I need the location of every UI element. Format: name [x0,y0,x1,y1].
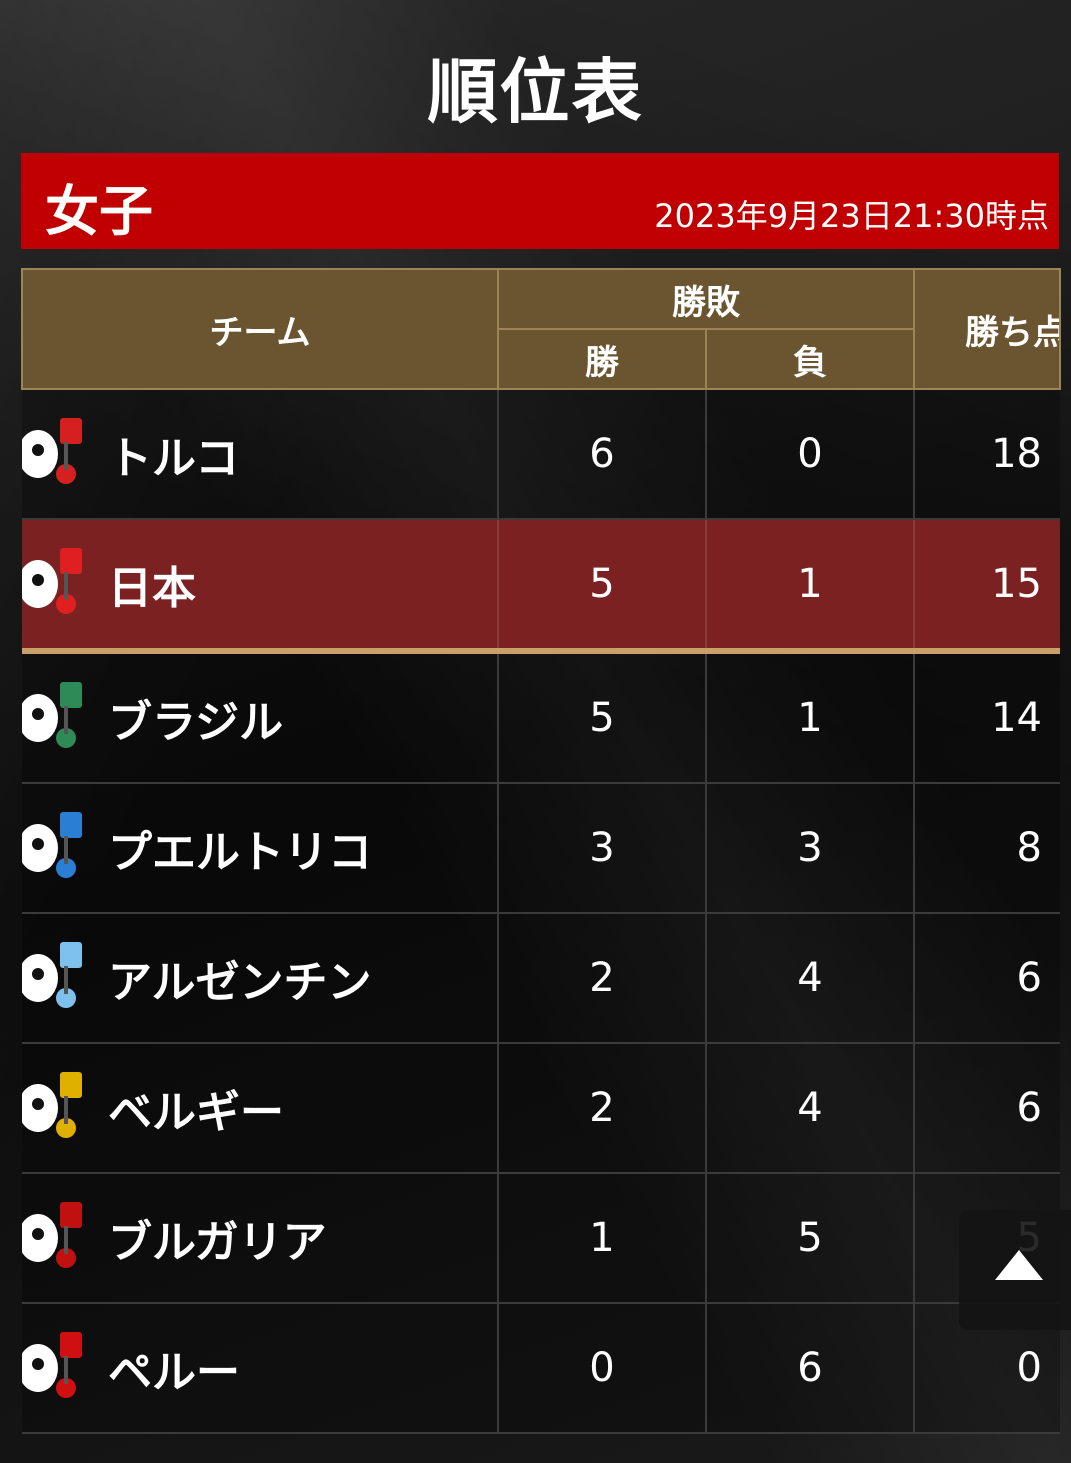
team-name: トルコ [108,433,240,484]
team-cell: ブラジル [22,650,499,784]
page-title: 順位表 [427,51,644,133]
losses-cell: 1 [705,518,915,654]
losses-cell: 6 [705,1302,915,1434]
points-cell: 6 [913,912,1060,1044]
losses-cell: 4 [705,1042,915,1174]
wins-cell: 6 [497,388,707,520]
team-name: アルゼンチン [108,957,372,1008]
team-name: ペルー [108,1347,240,1398]
points-cell: 6 [913,1042,1060,1174]
team-cell: アルゼンチン [22,912,499,1044]
section-label: 女子 [45,180,153,243]
table-row: プエルトリコ 3 3 8 [22,782,1060,914]
team-mascot-icon [22,1332,82,1398]
losses-cell: 1 [705,650,915,784]
wins-cell: 5 [497,518,707,654]
wins-cell: 3 [497,782,707,914]
points-cell: 18 [913,388,1060,520]
losses-cell: 0 [705,388,915,520]
scroll-to-top-button[interactable] [959,1210,1071,1330]
wins-column-header: 勝 [497,328,707,390]
table-row: ブラジル 5 1 14 [22,650,1060,784]
team-cell: トルコ [22,388,499,520]
losses-cell: 3 [705,782,915,914]
wins-cell: 2 [497,912,707,1044]
team-mascot-icon [22,942,82,1008]
wins-cell: 2 [497,1042,707,1174]
points-cell: 8 [913,782,1060,914]
table-row: トルコ 6 0 18 [22,388,1060,520]
table-row: 日本 5 1 15 [22,518,1060,654]
team-mascot-icon [22,812,82,878]
team-name: ベルギー [108,1087,284,1138]
record-column-header: 勝敗 [497,268,915,330]
wins-cell: 5 [497,650,707,784]
losses-cell: 4 [705,912,915,1044]
team-mascot-icon [22,548,82,614]
wins-cell: 0 [497,1302,707,1434]
table-row: ベルギー 2 4 6 [22,1042,1060,1174]
team-mascot-icon [22,418,82,484]
team-mascot-icon [22,1072,82,1138]
team-name: ブラジル [108,697,284,748]
wins-cell: 1 [497,1172,707,1304]
team-cell: ペルー [22,1302,499,1434]
team-cell: ブルガリア [22,1172,499,1304]
table-row: ペルー 0 6 0 [22,1302,1060,1434]
losses-cell: 5 [705,1172,915,1304]
team-name: プエルトリコ [108,827,372,878]
losses-column-header: 負 [705,328,915,390]
points-cell: 14 [913,650,1060,784]
team-mascot-icon [22,682,82,748]
team-name: 日本 [108,563,196,614]
points-column-header: 勝ち点 [913,268,1061,390]
points-cell: 15 [913,518,1060,654]
standings-table: チーム 勝敗 勝ち点 勝 負 トルコ 6 0 18 日本 5 1 15 ブラジル 5 1 14 プエルト… [21,268,1061,1434]
update-timestamp: 2023年9月23日21:30時点 [654,197,1049,235]
arrow-up-icon [995,1250,1043,1280]
section-banner: 女子 2023年9月23日21:30時点 [21,153,1059,249]
table-row: ブルガリア155 [22,1172,1060,1304]
team-mascot-icon [22,1202,82,1268]
team-cell: プエルトリコ [22,782,499,914]
team-name: ブルガリア [108,1217,327,1268]
table-row: アルゼンチン 2 4 6 [22,912,1060,1044]
team-cell: 日本 [22,518,499,654]
team-cell: ベルギー [22,1042,499,1174]
team-column-header: チーム [21,268,499,390]
